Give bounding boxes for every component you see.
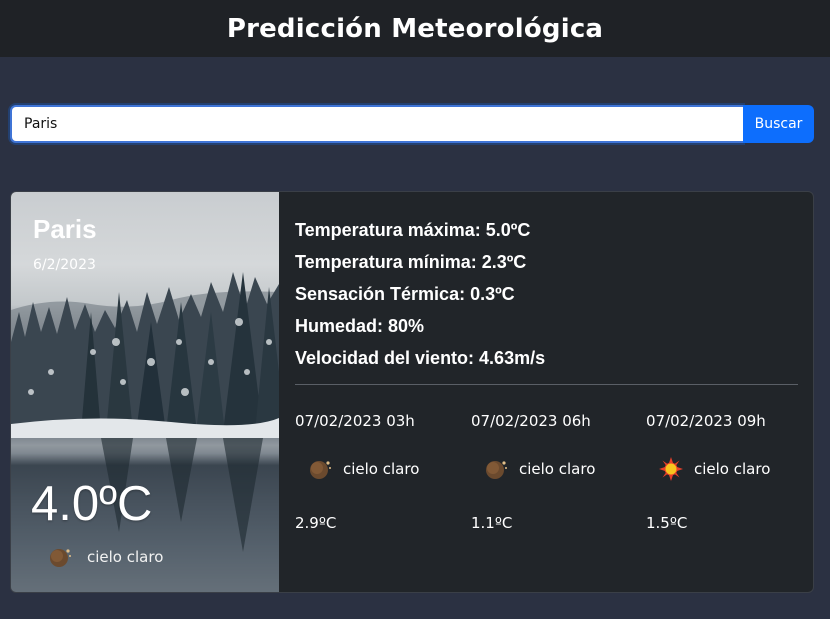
weather-details: Temperatura máxima: 5.0ºC Temperatura mí… [295,214,545,374]
feels-like: Sensación Térmica: 0.3ºC [295,284,515,304]
current-description: cielo claro [87,548,164,566]
city-photo [11,192,279,592]
moon-clear-icon [310,461,331,479]
search-bar: Buscar [10,105,814,143]
forecast-time: 07/02/2023 06h [471,412,591,430]
forecast-item: 07/02/2023 09h cielo claro 1.5ºC [646,412,806,532]
divider [295,384,798,385]
sun-clear-icon [659,457,683,481]
app-header: Predicción Meteorológica [0,0,830,57]
search-button[interactable]: Buscar [743,105,814,143]
forecast-description: cielo claro [519,460,596,478]
humidity: Humedad: 80% [295,316,425,336]
max-temperature: Temperatura máxima: 5.0ºC [295,220,531,240]
forecast-item: 07/02/2023 06h cielo claro 1.1ºC [471,412,631,532]
forecast-item: 07/02/2023 03h cielo claro 2.9ºC [295,412,455,532]
current-condition: cielo claro [47,544,163,570]
snowy-forest-image [11,272,279,592]
city-name: Paris [33,214,97,244]
wind-speed: Velocidad del viento: 4.63m/s [295,348,546,368]
weather-card: Paris 6/2/2023 4.0ºC cielo claro Tempera… [10,191,814,593]
current-date: 6/2/2023 [33,257,96,273]
forecast-condition: cielo claro [295,456,455,482]
forecast-condition: cielo claro [646,456,806,482]
min-temperature: Temperatura mínima: 2.3ºC [295,252,527,272]
current-temperature: 4.0ºC [31,477,153,531]
forecast-description: cielo claro [694,460,771,478]
forecast-time: 07/02/2023 03h [295,412,415,430]
forecast-description: cielo claro [343,460,420,478]
forecast-temperature: 1.5ºC [646,514,688,532]
moon-clear-icon [50,549,71,567]
page-title: Predicción Meteorológica [226,13,604,44]
forecast-condition: cielo claro [471,456,631,482]
moon-clear-icon [486,461,507,479]
forecast-temperature: 1.1ºC [471,514,513,532]
forecast-temperature: 2.9ºC [295,514,337,532]
forecast-time: 07/02/2023 09h [646,412,766,430]
search-input[interactable] [10,105,743,143]
